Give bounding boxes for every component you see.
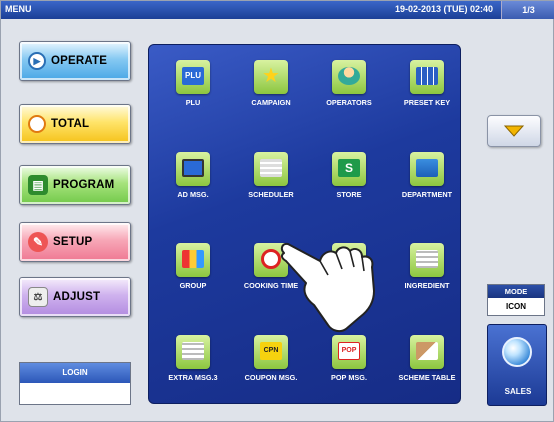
- tile-label: SCHEME TABLE: [398, 373, 456, 382]
- tile-store[interactable]: S STORE: [310, 144, 388, 222]
- coupon-icon: CPN: [254, 335, 288, 369]
- wrench-icon: ✎: [28, 232, 48, 252]
- store-icon: S: [332, 152, 366, 186]
- ingredient-icon: [410, 243, 444, 277]
- book-icon: ▤: [28, 175, 48, 195]
- calendar-icon: [254, 152, 288, 186]
- tile-group[interactable]: GROUP: [154, 235, 232, 313]
- mode-value: ICON: [506, 302, 526, 311]
- mode-box[interactable]: MODE ICON: [487, 284, 545, 316]
- preset-key-icon: [410, 60, 444, 94]
- tile-label: CAMPAIGN: [251, 98, 291, 107]
- tile-label: AD MSG.: [177, 190, 209, 199]
- hidden-icon: [332, 243, 366, 277]
- tile-pop-msg[interactable]: POP POP MSG.: [310, 327, 388, 405]
- tile-label: PRESET KEY: [403, 98, 451, 107]
- tile-hidden[interactable]: [310, 235, 388, 313]
- tile-scheduler[interactable]: SCHEDULER: [232, 144, 310, 222]
- tile-label: INGREDIENT: [404, 281, 450, 290]
- tile-cooking-time[interactable]: COOKING TIME: [232, 235, 310, 313]
- plu-icon: PLU: [176, 60, 210, 94]
- program-label: PROGRAM: [53, 179, 115, 191]
- tile-plu[interactable]: PLU PLU: [154, 52, 232, 130]
- tile-coupon-msg[interactable]: CPN COUPON MSG.: [232, 327, 310, 405]
- operator-icon: [332, 60, 366, 94]
- clock-icon: [28, 115, 46, 133]
- total-button[interactable]: TOTAL: [19, 104, 131, 144]
- program-button[interactable]: ▤ PROGRAM: [19, 165, 131, 205]
- top-bar: MENU 19-02-2013 (TUE) 02:40 1/3: [1, 1, 554, 19]
- chevron-down-icon: [503, 125, 525, 137]
- setup-button[interactable]: ✎ SETUP: [19, 222, 131, 262]
- menu-panel: PLU PLU ★ CAMPAIGN OPERATORS PRESET KEY …: [148, 44, 461, 404]
- operate-button[interactable]: ▶ OPERATE: [19, 41, 131, 81]
- tile-label: POP MSG.: [331, 373, 367, 382]
- tile-scheme-table[interactable]: SCHEME TABLE: [388, 327, 466, 405]
- operate-label: OPERATE: [51, 55, 108, 67]
- group-icon: [176, 243, 210, 277]
- tile-ingredient[interactable]: INGREDIENT: [388, 235, 466, 313]
- play-circle-icon: ▶: [28, 52, 46, 70]
- page-indicator: 1/3: [501, 1, 554, 19]
- pop-icon: POP: [332, 335, 366, 369]
- adjust-label: ADJUST: [53, 291, 101, 303]
- scheme-icon: [410, 335, 444, 369]
- tile-extra-msg3[interactable]: EXTRA MSG.3: [154, 327, 232, 405]
- tile-label: EXTRA MSG.3: [168, 373, 218, 382]
- mode-label: MODE: [488, 285, 544, 298]
- setup-label: SETUP: [53, 236, 93, 248]
- menu-title: MENU: [5, 4, 32, 14]
- scroll-down-button[interactable]: [487, 115, 541, 147]
- sales-button[interactable]: SALES: [487, 324, 547, 406]
- star-icon: ★: [254, 60, 288, 94]
- sales-icon: [502, 337, 532, 367]
- tile-label: STORE: [336, 190, 362, 199]
- tile-label: OPERATORS: [326, 98, 372, 107]
- sales-label: SALES: [504, 387, 532, 396]
- screen-frame: MENU 19-02-2013 (TUE) 02:40 1/3 ▶ OPERAT…: [0, 0, 554, 422]
- scale-icon: ⚖: [28, 287, 48, 307]
- tile-label: COOKING TIME: [243, 281, 299, 290]
- tile-label: SCHEDULER: [248, 190, 294, 199]
- tile-preset-key[interactable]: PRESET KEY: [388, 52, 466, 130]
- login-label: LOGIN: [20, 363, 130, 383]
- tile-operators[interactable]: OPERATORS: [310, 52, 388, 130]
- tile-department[interactable]: DEPARTMENT: [388, 144, 466, 222]
- tile-label: GROUP: [179, 281, 207, 290]
- monitor-icon: [176, 152, 210, 186]
- timer-icon: [254, 243, 288, 277]
- folder-icon: [410, 152, 444, 186]
- tile-campaign[interactable]: ★ CAMPAIGN: [232, 52, 310, 130]
- adjust-button[interactable]: ⚖ ADJUST: [19, 277, 131, 317]
- message-icon: [176, 335, 210, 369]
- tile-label: PLU: [185, 98, 201, 107]
- total-label: TOTAL: [51, 118, 90, 130]
- login-box[interactable]: LOGIN: [19, 362, 131, 405]
- tile-label: COUPON MSG.: [244, 373, 298, 382]
- tile-label: DEPARTMENT: [401, 190, 453, 199]
- tile-ad-msg[interactable]: AD MSG.: [154, 144, 232, 222]
- date-time: 19-02-2013 (TUE) 02:40: [394, 4, 493, 14]
